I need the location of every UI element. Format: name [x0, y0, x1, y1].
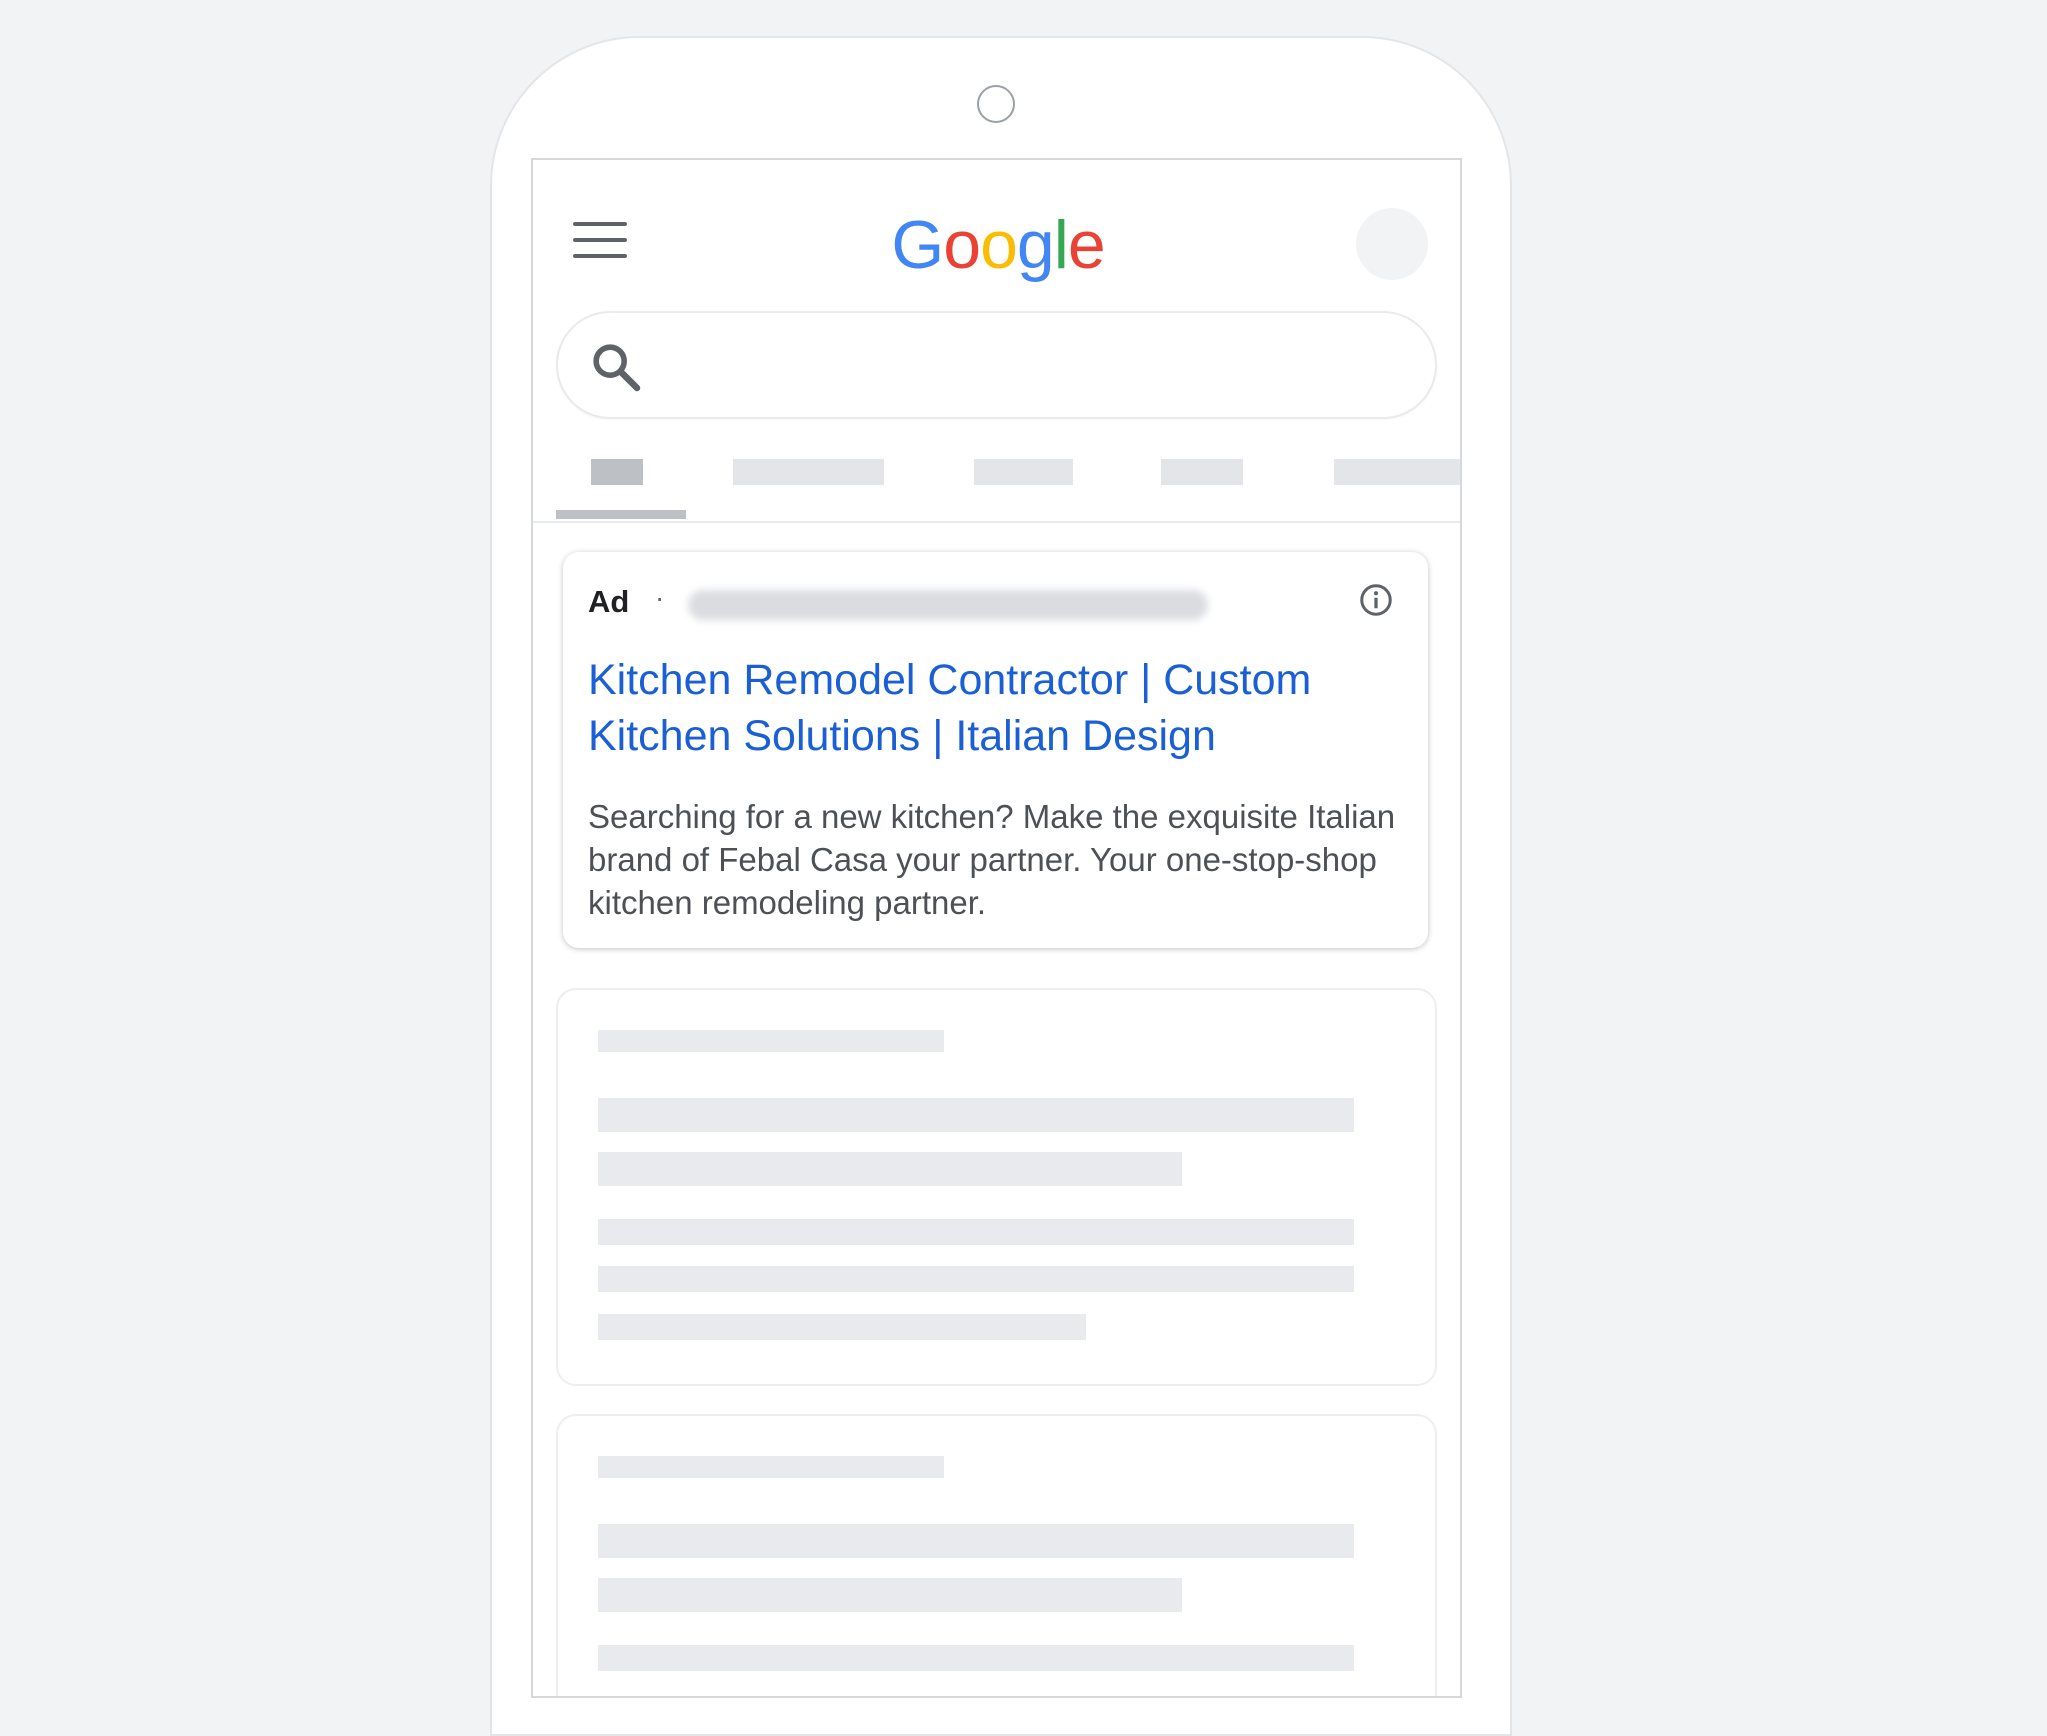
phone-screen: Google Ad · Kitchen Remodel Contractor |… — [531, 158, 1462, 1698]
skeleton-line — [598, 1578, 1182, 1612]
logo-letter: l — [1053, 207, 1069, 283]
skeleton-line — [598, 1098, 1354, 1132]
logo-letter: G — [891, 207, 944, 283]
skeleton-line — [598, 1219, 1354, 1245]
ad-result-card[interactable]: Ad · Kitchen Remodel Contractor | Custom… — [563, 552, 1428, 948]
logo-letter: g — [1016, 207, 1055, 283]
skeleton-line — [598, 1152, 1182, 1186]
ad-headline-link[interactable]: Kitchen Remodel Contractor | Custom Kitc… — [588, 652, 1408, 764]
skeleton-line — [598, 1645, 1354, 1671]
tab-all[interactable] — [591, 459, 643, 485]
logo-letter: o — [943, 207, 981, 283]
info-icon[interactable] — [1358, 582, 1394, 618]
ad-display-url-blurred[interactable] — [688, 590, 1208, 620]
skeleton-line — [598, 1314, 1086, 1340]
result-placeholder-card — [556, 1414, 1437, 1696]
skeleton-line — [598, 1030, 944, 1052]
ad-description: Searching for a new kitchen? Make the ex… — [588, 798, 1396, 921]
hamburger-menu-icon[interactable] — [571, 218, 629, 262]
phone-camera — [977, 85, 1015, 123]
tabs-divider — [533, 521, 1460, 523]
search-input[interactable] — [658, 333, 1402, 399]
skeleton-line — [598, 1524, 1354, 1558]
search-bar[interactable] — [556, 311, 1437, 419]
google-logo[interactable]: Google — [883, 200, 1113, 290]
tab-4[interactable] — [1161, 459, 1243, 485]
tab-5[interactable] — [1334, 459, 1460, 485]
ad-badge: Ad — [588, 584, 630, 619]
tab-2[interactable] — [733, 459, 884, 485]
logo-letter: e — [1067, 207, 1106, 283]
logo-letter: o — [980, 207, 1018, 283]
active-tab-indicator — [556, 510, 686, 519]
ad-separator: · — [655, 582, 665, 613]
search-icon[interactable] — [588, 339, 644, 395]
result-placeholder-card — [556, 988, 1437, 1386]
tab-3[interactable] — [974, 459, 1073, 485]
skeleton-line — [598, 1456, 944, 1478]
skeleton-line — [598, 1266, 1354, 1292]
account-avatar[interactable] — [1356, 208, 1428, 280]
